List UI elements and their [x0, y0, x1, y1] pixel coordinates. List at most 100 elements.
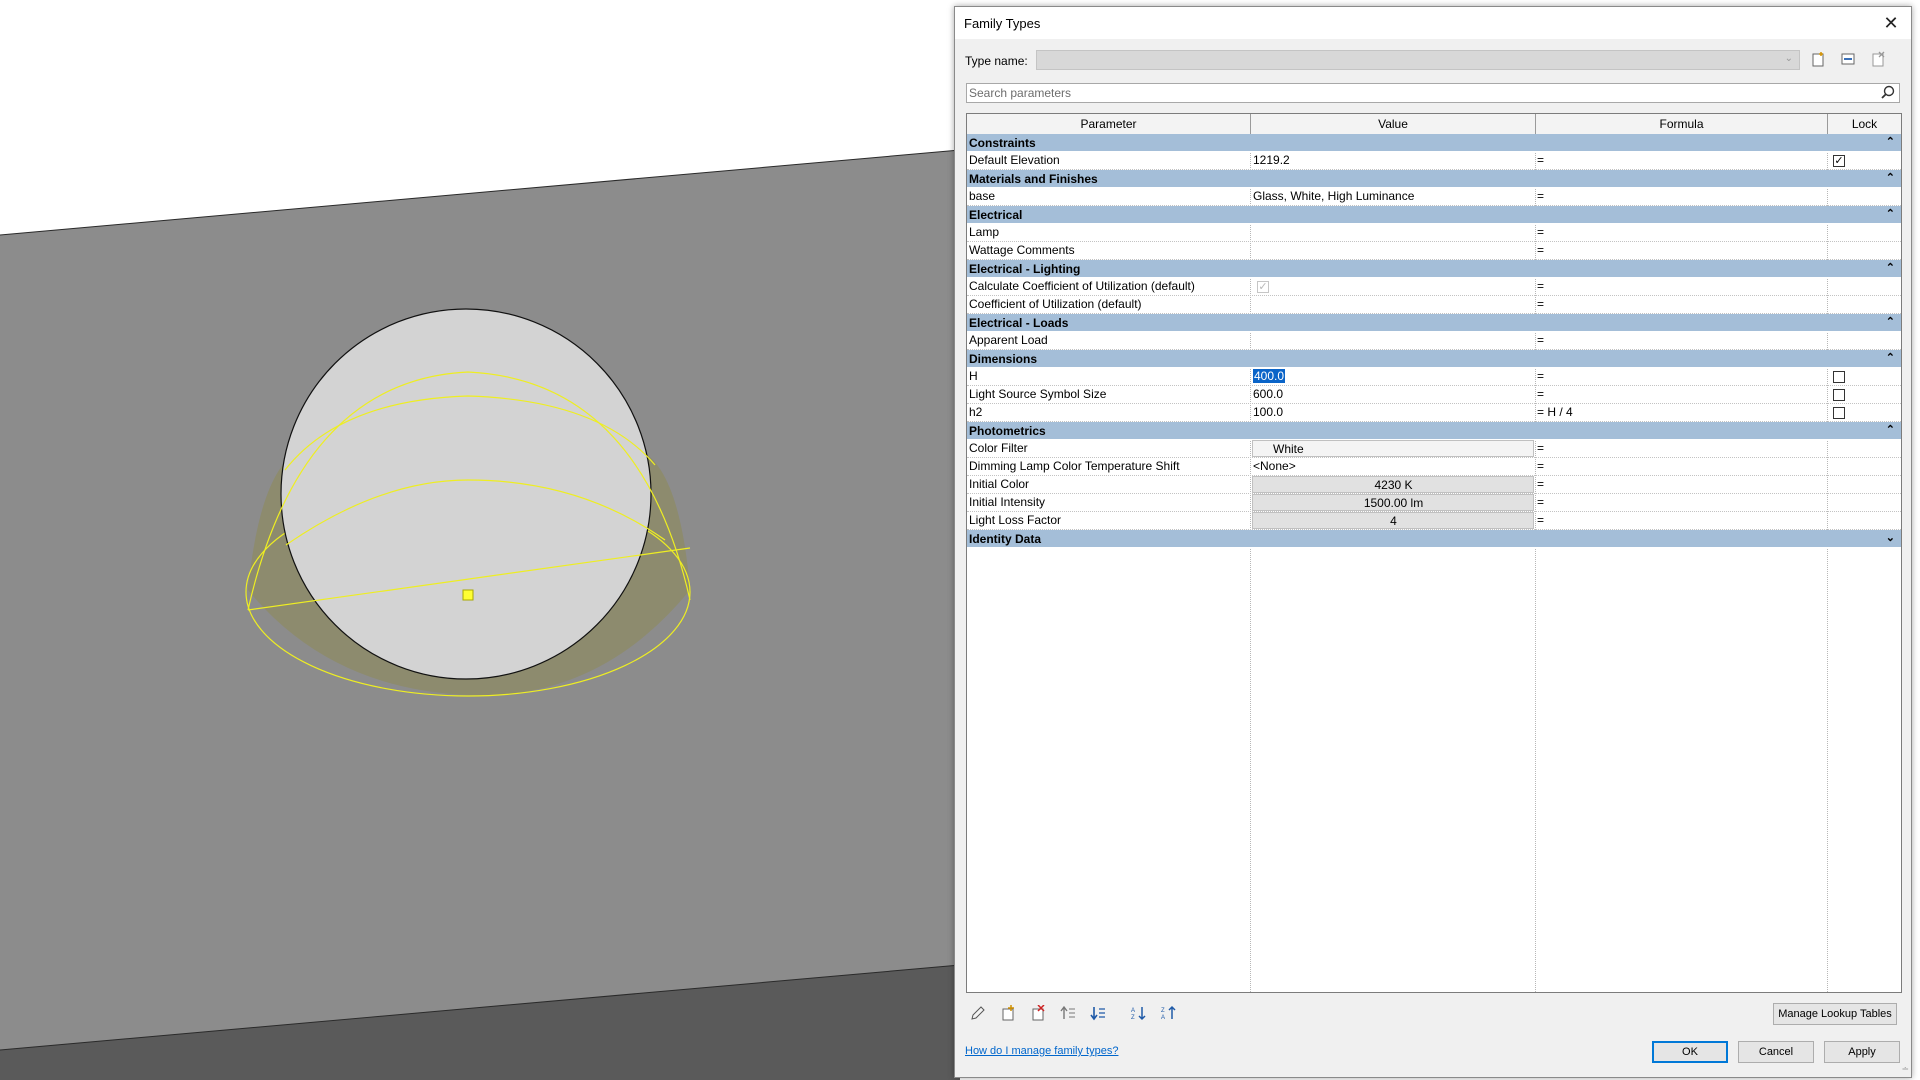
parameter-value[interactable]: 600.0 [1252, 386, 1535, 403]
parameter-row[interactable]: Light Source Symbol Size 600.0 = [967, 386, 1901, 404]
search-parameters-field[interactable] [966, 83, 1900, 103]
parameter-formula[interactable]: = [1537, 476, 1825, 493]
parameter-lock[interactable] [1829, 476, 1899, 493]
parameter-formula[interactable]: = [1537, 224, 1825, 241]
parameter-lock[interactable] [1829, 458, 1899, 475]
move-up-icon[interactable] [1057, 1005, 1079, 1025]
parameter-lock[interactable] [1829, 242, 1899, 259]
collapse-icon[interactable]: ⌃ [1886, 207, 1895, 220]
group-header[interactable]: Dimensions ⌃ [967, 350, 1901, 368]
lock-checkbox[interactable] [1833, 371, 1845, 383]
parameter-value[interactable]: ✓ [1252, 278, 1535, 295]
parameter-lock[interactable] [1829, 440, 1899, 457]
lock-checkbox[interactable]: ✓ [1833, 155, 1845, 167]
parameter-lock[interactable] [1829, 512, 1899, 529]
title-bar[interactable]: Family Types ✕ [955, 7, 1911, 39]
parameter-row[interactable]: base Glass, White, High Luminance = [967, 188, 1901, 206]
parameter-row[interactable]: Color Filter White = [967, 440, 1901, 458]
manage-lookup-tables-button[interactable]: Manage Lookup Tables [1773, 1003, 1897, 1025]
column-header-value[interactable]: Value [1251, 114, 1536, 134]
parameter-row[interactable]: Initial Intensity 1500.00 lm = [967, 494, 1901, 512]
collapse-icon[interactable]: ⌃ [1886, 423, 1895, 436]
new-type-icon[interactable] [1808, 51, 1828, 69]
parameter-row[interactable]: h2 100.0 = H / 4 [967, 404, 1901, 422]
parameter-lock[interactable] [1829, 278, 1899, 295]
parameter-row[interactable]: Calculate Coefficient of Utilization (de… [967, 278, 1901, 296]
parameter-formula[interactable]: = H / 4 [1537, 404, 1825, 421]
parameter-row[interactable]: Lamp = [967, 224, 1901, 242]
parameter-formula[interactable]: = [1537, 152, 1825, 169]
parameter-lock[interactable]: ✓ [1829, 152, 1899, 169]
search-icon[interactable] [1881, 85, 1895, 102]
resize-grip-icon[interactable]: ∸ [1901, 1064, 1909, 1075]
collapse-icon[interactable]: ⌃ [1886, 135, 1895, 148]
group-header[interactable]: Electrical - Loads ⌃ [967, 314, 1901, 332]
parameter-value[interactable]: 100.0 [1252, 404, 1535, 421]
parameter-formula[interactable]: = [1537, 494, 1825, 511]
column-header-lock[interactable]: Lock [1828, 114, 1901, 134]
help-link[interactable]: How do I manage family types? [965, 1045, 1118, 1057]
sort-ascending-icon[interactable]: AZ [1127, 1005, 1149, 1025]
delete-parameter-icon[interactable] [1027, 1004, 1049, 1025]
parameter-row[interactable]: Dimming Lamp Color Temperature Shift <Non… [967, 458, 1901, 476]
parameter-lock[interactable] [1829, 368, 1899, 385]
parameter-formula[interactable]: = [1537, 188, 1825, 205]
parameter-formula[interactable]: = [1537, 242, 1825, 259]
parameter-row[interactable]: Initial Color 4230 K = [967, 476, 1901, 494]
parameter-row[interactable]: Light Loss Factor 4 = [967, 512, 1901, 530]
parameter-formula[interactable]: = [1537, 332, 1825, 349]
ok-button[interactable]: OK [1652, 1041, 1728, 1063]
parameter-lock[interactable] [1829, 296, 1899, 313]
column-header-formula[interactable]: Formula [1536, 114, 1828, 134]
parameter-row[interactable]: Coefficient of Utilization (default) = [967, 296, 1901, 314]
delete-type-icon[interactable] [1868, 51, 1888, 69]
group-header[interactable]: Electrical - Lighting ⌃ [967, 260, 1901, 278]
rename-type-icon[interactable] [1838, 51, 1858, 69]
parameter-value[interactable] [1252, 296, 1535, 313]
parameter-lock[interactable] [1829, 188, 1899, 205]
cancel-button[interactable]: Cancel [1738, 1041, 1814, 1063]
parameter-value[interactable]: 400.0 [1252, 368, 1535, 385]
parameter-lock[interactable] [1829, 224, 1899, 241]
group-header[interactable]: Constraints ⌃ [967, 134, 1901, 152]
lock-checkbox[interactable] [1833, 407, 1845, 419]
parameters-grid[interactable]: Parameter Value Formula Lock Constraints… [966, 113, 1902, 993]
parameter-value[interactable] [1252, 332, 1535, 349]
parameter-value[interactable]: 4 [1252, 512, 1534, 529]
search-input[interactable] [969, 85, 1869, 101]
parameter-formula[interactable]: = [1537, 368, 1825, 385]
parameter-formula[interactable]: = [1537, 512, 1825, 529]
parameter-row[interactable]: Apparent Load = [967, 332, 1901, 350]
new-parameter-icon[interactable] [997, 1005, 1019, 1025]
group-header[interactable]: Identity Data ⌄ [967, 530, 1901, 548]
parameter-lock[interactable] [1829, 494, 1899, 511]
close-icon[interactable]: ✕ [1877, 11, 1905, 35]
parameter-row[interactable]: H 400.0 = [967, 368, 1901, 386]
collapse-icon[interactable]: ⌃ [1886, 351, 1895, 364]
parameter-row[interactable]: Wattage Comments = [967, 242, 1901, 260]
type-name-dropdown[interactable]: ⌄ [1036, 50, 1800, 70]
parameter-lock[interactable] [1829, 332, 1899, 349]
parameter-value[interactable]: Glass, White, High Luminance [1252, 188, 1535, 205]
parameter-row[interactable]: Default Elevation 1219.2 = ✓ [967, 152, 1901, 170]
parameter-lock[interactable] [1829, 386, 1899, 403]
expand-icon[interactable]: ⌄ [1886, 531, 1895, 544]
pencil-icon[interactable] [967, 1005, 989, 1025]
parameter-value[interactable]: <None> [1252, 458, 1535, 475]
parameter-value[interactable]: White [1252, 440, 1534, 457]
group-header[interactable]: Materials and Finishes ⌃ [967, 170, 1901, 188]
parameter-formula[interactable]: = [1537, 296, 1825, 313]
group-header[interactable]: Photometrics ⌃ [967, 422, 1901, 440]
parameter-value[interactable]: 1500.00 lm [1252, 494, 1534, 511]
collapse-icon[interactable]: ⌃ [1886, 261, 1895, 274]
apply-button[interactable]: Apply [1824, 1041, 1900, 1063]
parameter-value[interactable] [1252, 242, 1535, 259]
parameter-formula[interactable]: = [1537, 278, 1825, 295]
lock-checkbox[interactable] [1833, 389, 1845, 401]
selected-value-text[interactable]: 400.0 [1253, 369, 1286, 383]
move-down-icon[interactable] [1087, 1005, 1109, 1025]
group-header[interactable]: Electrical ⌃ [967, 206, 1901, 224]
collapse-icon[interactable]: ⌃ [1886, 315, 1895, 328]
parameter-value[interactable]: 4230 K [1252, 476, 1534, 493]
parameter-lock[interactable] [1829, 404, 1899, 421]
